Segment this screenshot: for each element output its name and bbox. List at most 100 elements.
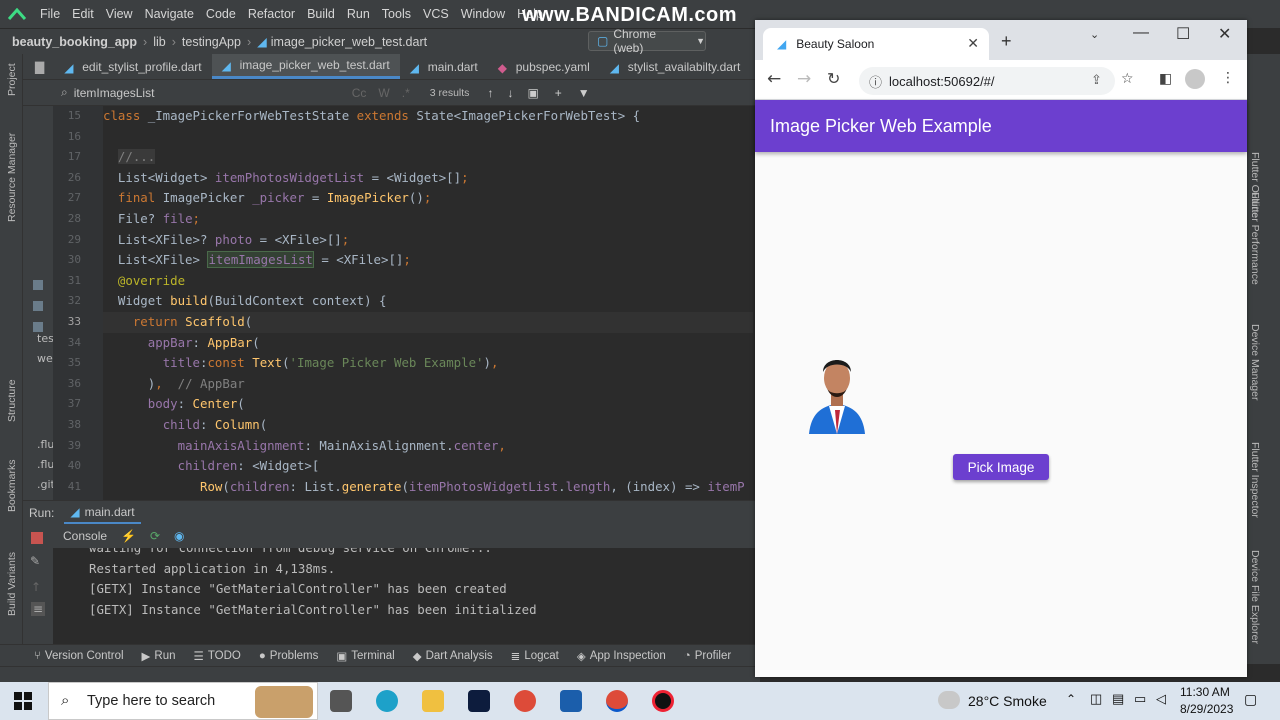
project-file-item[interactable]: .flu bbox=[37, 438, 54, 451]
back-icon[interactable]: ← bbox=[767, 69, 781, 89]
menu-tools[interactable]: Tools bbox=[376, 7, 417, 21]
run-config-dropdown[interactable]: ▢ Chrome (web) ▼ bbox=[588, 27, 706, 55]
profiler-tool-button[interactable]: ◔ Profiler bbox=[684, 650, 731, 662]
project-file-item[interactable]: we bbox=[37, 352, 53, 365]
bandicam-icon[interactable] bbox=[652, 690, 674, 712]
clock-time[interactable]: 11:30 AM bbox=[1180, 685, 1230, 699]
notification-icon[interactable]: ▢ bbox=[1244, 691, 1257, 708]
profile-avatar[interactable] bbox=[1185, 69, 1205, 89]
volume-icon[interactable]: ◁ bbox=[1156, 691, 1166, 707]
search-input[interactable] bbox=[73, 82, 294, 103]
menu-vcs[interactable]: VCS bbox=[417, 7, 455, 21]
menu-file[interactable]: File bbox=[34, 7, 66, 21]
project-file-item[interactable]: .flu bbox=[37, 458, 54, 471]
maximize-icon[interactable]: ☐ bbox=[1176, 24, 1190, 44]
menu-run[interactable]: Run bbox=[341, 7, 376, 21]
task-view-icon[interactable] bbox=[330, 690, 352, 712]
browser-tab[interactable]: ◢ Beauty Saloon ✕ bbox=[763, 28, 989, 60]
soft-wrap-icon[interactable]: ≡ bbox=[31, 602, 46, 616]
flutter-inspector-tool-button[interactable]: Flutter Inspector bbox=[1249, 442, 1261, 518]
address-bar[interactable]: ⓘ localhost:50692/#/ ⇪ bbox=[859, 67, 1115, 95]
device-manager-tool-button[interactable]: Device Manager bbox=[1249, 324, 1261, 400]
window-close-icon[interactable]: ✕ bbox=[1218, 24, 1231, 44]
todo-tool-button[interactable]: ☰ TODO bbox=[194, 649, 241, 663]
tab-main[interactable]: ◢ main.dart bbox=[400, 54, 488, 79]
tab-stylist-availability[interactable]: ◢ stylist_availabilty.dart bbox=[600, 54, 751, 79]
hot-reload-icon[interactable]: ⚡ bbox=[121, 529, 136, 543]
bookmarks-tool-button[interactable]: Bookmarks bbox=[6, 459, 18, 512]
run-tab-main[interactable]: ◢ main.dart bbox=[64, 502, 141, 524]
close-icon[interactable]: ✕ bbox=[967, 35, 979, 52]
taskbar-search[interactable]: ⌕ Type here to search bbox=[48, 682, 318, 720]
side-panel-icon[interactable]: ◧ bbox=[1159, 71, 1172, 87]
forward-icon[interactable]: → bbox=[797, 69, 811, 89]
filter-icon[interactable]: ▼ bbox=[578, 86, 590, 100]
menu-view[interactable]: View bbox=[100, 7, 139, 21]
share-icon[interactable]: ⇪ bbox=[1091, 72, 1102, 88]
minimize-icon[interactable]: — bbox=[1133, 24, 1149, 42]
build-variants-tool-button[interactable]: Build Variants bbox=[6, 552, 18, 616]
tray-overflow-icon[interactable]: ⌃ bbox=[1066, 692, 1076, 706]
menu-window[interactable]: Window bbox=[455, 7, 511, 21]
hot-restart-icon[interactable]: ⟳ bbox=[150, 529, 160, 543]
project-file-item[interactable]: tes bbox=[37, 332, 54, 345]
new-tab-button[interactable]: + bbox=[1001, 31, 1012, 52]
edge-icon[interactable] bbox=[376, 690, 398, 712]
tab-image-picker-web-test[interactable]: ◢ image_picker_web_test.dart bbox=[211, 54, 400, 79]
dart-analysis-tool-button[interactable]: ◆ Dart Analysis bbox=[413, 649, 493, 663]
kebab-menu-icon[interactable]: ⋮ bbox=[1221, 70, 1235, 86]
network-icon[interactable]: ▤ bbox=[1112, 691, 1124, 707]
structure-tool-button[interactable]: Structure bbox=[6, 379, 18, 422]
problems-tool-button[interactable]: ● Problems bbox=[259, 650, 319, 662]
device-file-explorer-tool-button[interactable]: Device File Explorer bbox=[1249, 550, 1261, 644]
whole-word-toggle[interactable]: W bbox=[378, 86, 389, 100]
flutter-performance-tool-button[interactable]: Flutter Performance bbox=[1249, 192, 1261, 285]
chrome-icon[interactable] bbox=[514, 690, 536, 712]
regex-toggle[interactable]: .* bbox=[402, 86, 410, 100]
add-selection-icon[interactable]: + bbox=[555, 86, 562, 100]
menu-navigate[interactable]: Navigate bbox=[139, 7, 200, 21]
arrow-down-icon[interactable]: ↓ bbox=[507, 86, 513, 100]
writer-icon[interactable] bbox=[560, 690, 582, 712]
tab-search-icon[interactable]: ⌄ bbox=[1090, 28, 1099, 41]
arrow-up-icon[interactable]: ↑ bbox=[487, 86, 493, 100]
devtools-icon[interactable]: ◉ bbox=[174, 529, 184, 543]
stop-icon[interactable] bbox=[31, 532, 43, 544]
clock-date[interactable]: 8/29/2023 bbox=[1180, 702, 1233, 716]
battery-icon[interactable]: ▭ bbox=[1134, 691, 1146, 707]
app-inspection-tool-button[interactable]: ◈ App Inspection bbox=[577, 649, 666, 663]
console-output[interactable]: waiting for connection from debug servic… bbox=[53, 548, 760, 644]
breadcrumb-lib[interactable]: lib bbox=[147, 35, 172, 49]
file-explorer-icon[interactable] bbox=[422, 690, 444, 712]
select-all-icon[interactable]: ▣ bbox=[527, 86, 538, 100]
arrow-up-icon[interactable]: ↑ bbox=[31, 580, 41, 594]
windows-start-icon[interactable] bbox=[14, 692, 32, 713]
logcat-tool-button[interactable]: ≣ Logcat bbox=[511, 649, 559, 663]
run-tool-button[interactable]: ▶ Run bbox=[142, 649, 176, 663]
pin-icon[interactable]: ✎ bbox=[30, 554, 40, 568]
breadcrumb-testingapp[interactable]: testingApp bbox=[176, 35, 247, 49]
version-control-tool-button[interactable]: ⑂ Version Control bbox=[34, 650, 124, 662]
project-toggle[interactable]: ▇ bbox=[23, 54, 54, 79]
menu-edit[interactable]: Edit bbox=[66, 7, 100, 21]
chrome-active-icon[interactable] bbox=[606, 690, 628, 712]
menu-build[interactable]: Build bbox=[301, 7, 341, 21]
weather-text[interactable]: 28°C Smoke bbox=[968, 693, 1047, 709]
resource-manager-tool-button[interactable]: Resource Manager bbox=[6, 133, 18, 222]
tab-pubspec[interactable]: ◆ pubspec.yaml bbox=[488, 54, 600, 79]
pick-image-button[interactable]: Pick Image bbox=[953, 454, 1049, 480]
star-icon[interactable]: ☆ bbox=[1121, 71, 1134, 87]
menu-code[interactable]: Code bbox=[200, 7, 242, 21]
reload-icon[interactable]: ↻ bbox=[827, 69, 840, 88]
tray-app-icon[interactable]: ◫ bbox=[1090, 691, 1102, 707]
code-editor[interactable]: class _ImagePickerForWebTestState extend… bbox=[103, 106, 753, 500]
breadcrumb-file[interactable]: ◢ image_picker_web_test.dart bbox=[251, 34, 433, 50]
breadcrumb-project[interactable]: beauty_booking_app bbox=[0, 35, 143, 49]
menu-refactor[interactable]: Refactor bbox=[242, 7, 301, 21]
terminal-tool-button[interactable]: ▣ Terminal bbox=[336, 649, 394, 663]
tab-console[interactable]: Console bbox=[63, 529, 107, 543]
tab-edit-stylist-profile[interactable]: ◢ edit_stylist_profile.dart bbox=[54, 54, 211, 79]
match-case-toggle[interactable]: Cc bbox=[352, 86, 367, 100]
project-tool-button[interactable]: Project bbox=[6, 63, 18, 96]
photoshop-icon[interactable] bbox=[468, 690, 490, 712]
